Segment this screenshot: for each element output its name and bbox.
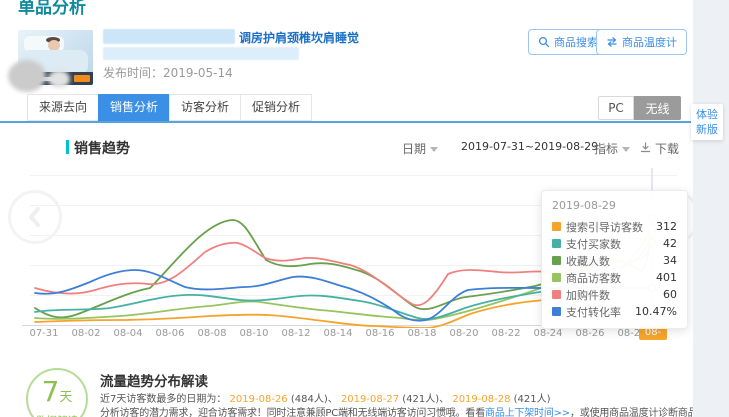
page-title: 单品分析 xyxy=(18,0,86,18)
blurred-avatar xyxy=(8,60,46,92)
tooltip-row: 商品访客数 401 xyxy=(552,269,677,286)
chart-tooltip: 2019-08-29 搜索引导访客数 312 支付买家数 42 收藏人数 34 商品访客数 4… xyxy=(541,190,688,329)
x-axis-tick: 08-08 xyxy=(195,328,229,339)
product-thermometer-label: 商品温度计 xyxy=(622,34,677,50)
metric-dropdown[interactable]: 指标 xyxy=(594,140,630,157)
x-axis: 07-31 08-02 08-04 08-06 08-08 08-10 08-12 08-14… xyxy=(0,328,693,344)
toggle-pc-button[interactable]: PC xyxy=(598,96,634,120)
publish-time: 发布时间：2019-05-14 xyxy=(103,64,233,81)
search-icon xyxy=(538,36,550,48)
tab-sales-analysis[interactable]: 销售分析 xyxy=(98,94,170,121)
x-axis-tick: 08-04 xyxy=(111,328,145,339)
x-axis-tick: 08-26 xyxy=(573,328,607,339)
x-axis-tick: 08-18 xyxy=(405,328,439,339)
product-thermometer-button[interactable]: 商品温度计 xyxy=(596,29,687,55)
new-version-button[interactable]: 体验 新版 xyxy=(691,104,723,140)
insight-line1: 近7天访客数最多的日期为： 2019-08-26 (484人)、 2019-08… xyxy=(100,390,551,405)
date-dropdown-label: 日期 xyxy=(402,140,426,157)
tooltip-metric-label: 收藏人数 xyxy=(566,253,610,269)
x-axis-tick: 08-14 xyxy=(321,328,355,339)
device-toggle: PC 无线 xyxy=(598,96,681,120)
shelf-time-link[interactable]: 商品上下架时间>> xyxy=(485,408,570,417)
x-axis-tick: 08-12 xyxy=(279,328,313,339)
x-axis-tick: 08-24 xyxy=(531,328,565,339)
date-range-value[interactable]: 2019-07-31~2019-08-29 xyxy=(461,140,598,153)
date-dropdown[interactable]: 日期 xyxy=(402,140,438,157)
section-title: 销售趋势 xyxy=(74,138,130,158)
censored-title-segment xyxy=(103,29,235,44)
x-axis-tick: 08-20 xyxy=(447,328,481,339)
legend-color-swatch xyxy=(552,256,561,265)
tooltip-metric-label: 加购件数 xyxy=(566,287,610,303)
tab-source-destination[interactable]: 来源去向 xyxy=(27,94,99,121)
product-search-label: 商品搜索 xyxy=(554,34,598,50)
x-axis-tick: 08-06 xyxy=(153,328,187,339)
chevron-down-icon xyxy=(622,147,630,152)
new-version-line1: 体验 xyxy=(691,107,723,122)
tooltip-row: 收藏人数 34 xyxy=(552,252,677,269)
x-axis-tick: 08-16 xyxy=(363,328,397,339)
tooltip-metric-value: 42 xyxy=(663,237,677,250)
tab-visitor-analysis[interactable]: 访客分析 xyxy=(169,94,241,121)
metric-dropdown-label: 指标 xyxy=(594,140,618,157)
page-scroll-gutter xyxy=(693,0,729,417)
tooltip-metric-value: 34 xyxy=(663,254,677,267)
insight-days-badge: 7天 数据解读 xyxy=(26,368,88,417)
chevron-down-icon xyxy=(430,147,438,152)
insight-heading: 流量趋势分布解读 xyxy=(100,370,208,390)
tabs-underline xyxy=(0,121,693,123)
badge-days: 7天 xyxy=(28,375,86,415)
page-root: 单品分析 调房护肩颈椎坎肩睡觉 发布时间：2019-05-14 商品搜索 商品温… xyxy=(0,0,729,417)
exchange-icon xyxy=(606,36,618,48)
tooltip-date: 2019-08-29 xyxy=(552,199,677,212)
tooltip-row: 加购件数 60 xyxy=(552,286,677,303)
insight-line2: 分析访客的潜力需求，迎合访客需求！同时注意兼顾PC端和无线端访客访问习惯哦。看看… xyxy=(100,404,729,417)
product-title-link[interactable]: 调房护肩颈椎坎肩睡觉 xyxy=(239,29,359,46)
tooltip-metric-label: 商品访客数 xyxy=(566,270,621,286)
tooltip-metric-label: 支付转化率 xyxy=(566,304,621,320)
tooltip-metric-value: 10.47% xyxy=(635,305,677,318)
photo-caption-badge xyxy=(74,75,90,82)
tooltip-rows: 搜索引导访客数 312 支付买家数 42 收藏人数 34 商品访客数 401 加购件数 60 支付转… xyxy=(552,218,677,320)
tab-promotion-analysis[interactable]: 促销分析 xyxy=(240,94,312,121)
legend-color-swatch xyxy=(552,239,561,248)
legend-color-swatch xyxy=(552,290,561,299)
new-version-line2: 新版 xyxy=(691,122,723,137)
toggle-wireless-button[interactable]: 无线 xyxy=(634,96,681,120)
legend-color-swatch xyxy=(552,222,561,231)
tooltip-metric-value: 312 xyxy=(656,220,677,233)
download-label: 下载 xyxy=(655,140,679,157)
x-axis-tick: 08-10 xyxy=(237,328,271,339)
tooltip-metric-value: 401 xyxy=(656,271,677,284)
x-axis-tick: 08-02 xyxy=(69,328,103,339)
blurred-avatar-small xyxy=(48,70,70,88)
tooltip-metric-value: 60 xyxy=(663,288,677,301)
censored-subtitle-segment xyxy=(103,47,299,60)
section-accent-bar xyxy=(66,140,69,154)
x-axis-tick: 07-31 xyxy=(27,328,61,339)
sales-trend-chart: 07-31 08-02 08-04 08-06 08-08 08-10 08-12 08-14… xyxy=(0,168,693,350)
insight-line2-text1: 分析访客的潜力需求，迎合访客需求！同时注意兼顾PC端和无线端访客访问习惯哦。看看 xyxy=(100,408,485,417)
chevron-left-icon xyxy=(31,209,38,225)
tooltip-row: 支付买家数 42 xyxy=(552,235,677,252)
legend-color-swatch xyxy=(552,273,561,282)
legend-color-swatch xyxy=(552,307,561,316)
download-button[interactable]: 下载 xyxy=(640,140,679,157)
tooltip-row: 搜索引导访客数 312 xyxy=(552,218,677,235)
download-icon xyxy=(640,142,651,156)
analysis-tabs: 来源去向销售分析访客分析促销分析 xyxy=(28,94,312,121)
tooltip-metric-label: 支付买家数 xyxy=(566,236,621,252)
carousel-prev-button[interactable] xyxy=(8,190,62,244)
tooltip-row: 支付转化率 10.47% xyxy=(552,303,677,320)
x-axis-tick: 08-22 xyxy=(489,328,523,339)
tooltip-metric-label: 搜索引导访客数 xyxy=(566,219,643,235)
